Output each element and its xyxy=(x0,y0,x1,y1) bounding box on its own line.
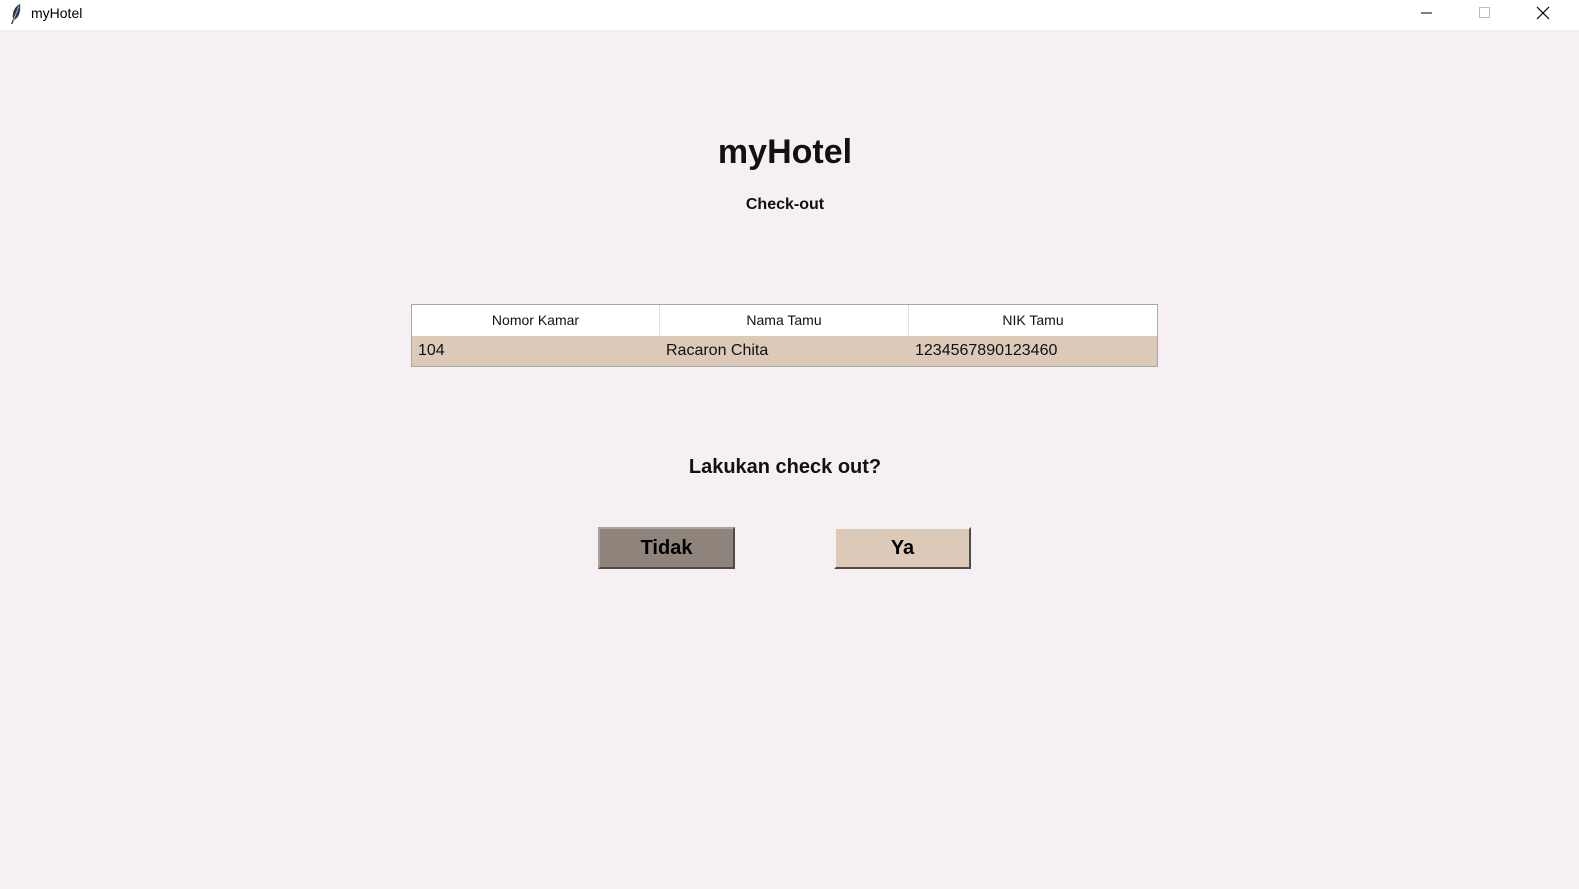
table-header: Nomor Kamar Nama Tamu NIK Tamu xyxy=(412,305,1157,335)
close-icon xyxy=(1536,6,1550,25)
app-window: myHotel myHotel Check-out Nomor Kamar Na… xyxy=(0,0,1579,889)
column-header-nomor-kamar[interactable]: Nomor Kamar xyxy=(412,305,660,335)
yes-button[interactable]: Ya xyxy=(834,527,971,569)
cell-nik-tamu: 1234567890123460 xyxy=(915,342,1058,359)
cell-nomor-kamar: 104 xyxy=(418,342,445,359)
minimize-button[interactable] xyxy=(1398,0,1456,30)
page-subtitle: Check-out xyxy=(745,196,825,213)
maximize-button[interactable] xyxy=(1456,0,1514,30)
no-button[interactable]: Tidak xyxy=(598,527,735,569)
table-row[interactable]: 104 Racaron Chita 1234567890123460 xyxy=(412,336,1157,366)
app-heading: myHotel xyxy=(717,133,853,171)
confirm-question: Lakukan check out? xyxy=(688,456,882,478)
feather-icon xyxy=(8,3,24,25)
title-bar: myHotel xyxy=(0,0,1579,30)
checkout-table: Nomor Kamar Nama Tamu NIK Tamu 104 Racar… xyxy=(411,304,1158,367)
column-header-nama-tamu[interactable]: Nama Tamu xyxy=(660,305,909,335)
minimize-icon xyxy=(1421,6,1433,24)
column-header-nik-tamu[interactable]: NIK Tamu xyxy=(909,305,1157,335)
maximize-icon xyxy=(1479,6,1491,24)
close-button[interactable] xyxy=(1514,0,1572,30)
window-title: myHotel xyxy=(31,5,83,21)
cell-nama-tamu: Racaron Chita xyxy=(666,342,769,359)
